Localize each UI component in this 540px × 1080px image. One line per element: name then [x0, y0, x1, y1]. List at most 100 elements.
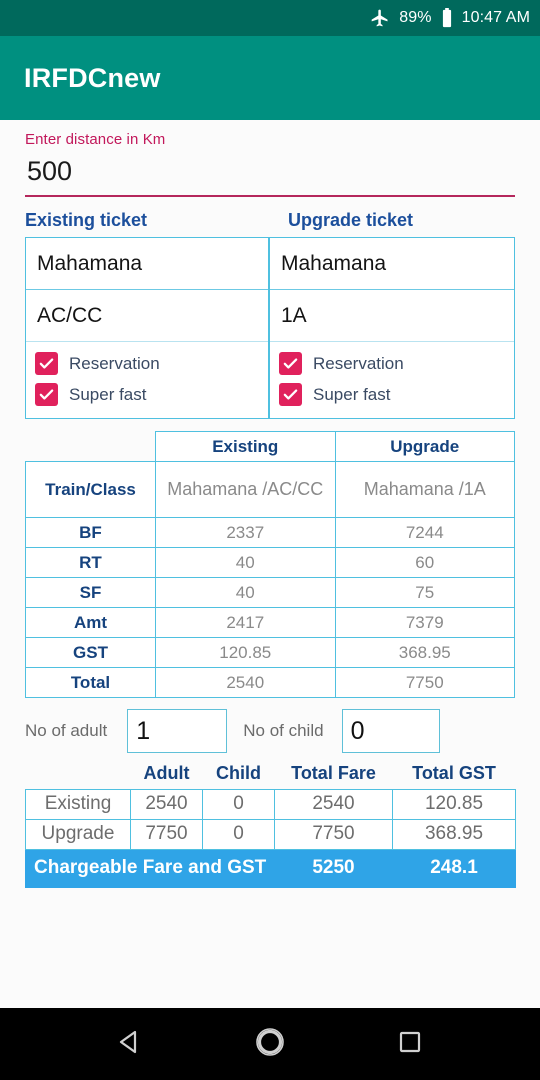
chargeable-fare-value: 5250 — [274, 848, 393, 888]
fare-row-existing-value: 2417 — [155, 607, 336, 638]
checkmark-icon — [279, 383, 302, 406]
home-icon — [253, 1025, 287, 1064]
upgrade-reservation-checkbox[interactable]: Reservation — [279, 348, 514, 379]
summary-row-adult: 2540 — [130, 788, 203, 820]
existing-train-spinner[interactable]: Mahamana — [26, 238, 268, 290]
table-row: Existing 2540 0 2540 120.85 — [25, 788, 516, 820]
recents-button[interactable] — [370, 1008, 450, 1080]
fare-row-upgrade-value: 7379 — [334, 607, 515, 638]
existing-reservation-label: Reservation — [69, 353, 160, 373]
existing-class-spinner[interactable]: AC/CC — [26, 290, 268, 342]
fare-col-upgrade-header: Upgrade — [334, 431, 515, 462]
table-row: SF 40 75 — [25, 577, 515, 608]
upgrade-superfast-checkbox[interactable]: Super fast — [279, 379, 514, 410]
home-button[interactable] — [230, 1008, 310, 1080]
summary-row-total-fare: 2540 — [274, 788, 393, 820]
fare-row-upgrade-value: 60 — [334, 547, 515, 578]
upgrade-ticket-panel: Mahamana 1A Reservation Super fast — [270, 238, 514, 418]
fare-row-label: RT — [25, 547, 156, 578]
table-row: RT 40 60 — [25, 547, 515, 578]
chargeable-gst-value: 248.1 — [392, 848, 516, 888]
fare-row-existing-value: 40 — [155, 547, 336, 578]
adult-count-label: No of adult — [25, 721, 108, 740]
summary-header-total-gst: Total GST — [412, 763, 496, 784]
fare-row-label: SF — [25, 577, 156, 608]
battery-icon — [441, 8, 453, 28]
existing-ticket-heading: Existing ticket — [25, 210, 148, 230]
table-row: Amt 2417 7379 — [25, 607, 515, 638]
passenger-count-row: No of adult No of child — [25, 709, 515, 753]
checkmark-icon — [279, 352, 302, 375]
table-row: Total 2540 7750 — [25, 667, 515, 698]
summary-header-row: Adult Child Total Fare Total GST — [26, 759, 516, 789]
table-row: GST 120.85 368.95 — [25, 637, 515, 668]
upgrade-train-spinner[interactable]: Mahamana — [270, 238, 514, 290]
child-count-label: No of child — [243, 721, 324, 740]
child-count-input[interactable] — [341, 709, 440, 753]
summary-header-adult: Adult — [143, 763, 190, 784]
fare-row-upgrade-value: Mahamana /1A — [334, 461, 515, 518]
recents-icon — [397, 1029, 423, 1060]
phone-screen: 89% 10:47 AM IRFDCnew Enter distance in … — [0, 0, 540, 1080]
android-navigation-bar — [0, 1008, 540, 1080]
ticket-headings: Existing ticket Upgrade ticket — [25, 210, 515, 231]
table-row: Train/Class Mahamana /AC/CC Mahamana /1A — [25, 461, 515, 518]
fare-col-existing-header: Existing — [155, 431, 336, 462]
summary-header-child: Child — [216, 763, 261, 784]
fare-row-existing-value: 120.85 — [155, 637, 336, 668]
fare-row-label: BF — [25, 517, 156, 548]
distance-label: Enter distance in Km — [25, 131, 166, 148]
upgrade-ticket-heading: Upgrade ticket — [288, 210, 414, 230]
fare-row-existing-value: 2337 — [155, 517, 336, 548]
upgrade-superfast-label: Super fast — [313, 384, 391, 404]
fare-table-corner-cell — [26, 432, 156, 462]
summary-row-total-fare: 7750 — [274, 818, 393, 850]
status-bar: 89% 10:47 AM — [0, 0, 540, 36]
summary-row-name: Upgrade — [25, 818, 131, 850]
summary-row-child: 0 — [202, 788, 275, 820]
fare-row-upgrade-value: 7750 — [334, 667, 515, 698]
adult-count-input[interactable] — [127, 709, 228, 753]
app-title: IRFDCnew — [24, 62, 161, 93]
summary-header-total-fare: Total Fare — [291, 763, 376, 784]
fare-row-label: Amt — [25, 607, 156, 638]
fare-row-upgrade-value: 7244 — [334, 517, 515, 548]
upgrade-options: Reservation Super fast — [270, 342, 514, 418]
summary-row-child: 0 — [202, 818, 275, 850]
summary-table: Adult Child Total Fare Total GST Existin… — [25, 759, 516, 888]
table-row: Upgrade 7750 0 7750 368.95 — [25, 818, 516, 850]
fare-breakdown-table: Existing Upgrade Train/Class Mahamana /A… — [25, 431, 515, 698]
summary-row-adult: 7750 — [130, 818, 203, 850]
fare-row-existing-value: Mahamana /AC/CC — [155, 461, 336, 518]
chargeable-label: Chargeable Fare and GST — [25, 848, 275, 888]
chargeable-total-row: Chargeable Fare and GST 5250 248.1 — [25, 848, 516, 888]
checkmark-icon — [35, 352, 58, 375]
ticket-panels: Mahamana AC/CC Reservation Super fast Ma… — [25, 237, 515, 419]
fare-row-label: GST — [25, 637, 156, 668]
existing-options: Reservation Super fast — [26, 342, 268, 418]
upgrade-class-spinner[interactable]: 1A — [270, 290, 514, 342]
summary-row-name: Existing — [25, 788, 131, 820]
fare-row-label: Train/Class — [25, 461, 156, 518]
existing-superfast-label: Super fast — [69, 384, 147, 404]
fare-row-existing-value: 2540 — [155, 667, 336, 698]
fare-row-upgrade-value: 75 — [334, 577, 515, 608]
summary-corner-cell — [26, 759, 131, 789]
back-button[interactable] — [90, 1008, 170, 1080]
existing-reservation-checkbox[interactable]: Reservation — [35, 348, 268, 379]
fare-row-label: Total — [25, 667, 156, 698]
airplane-mode-icon — [370, 8, 390, 28]
existing-superfast-checkbox[interactable]: Super fast — [35, 379, 268, 410]
fare-row-upgrade-value: 368.95 — [334, 637, 515, 668]
upgrade-reservation-label: Reservation — [313, 353, 404, 373]
fare-table-header-row: Existing Upgrade — [26, 431, 515, 462]
existing-ticket-panel: Mahamana AC/CC Reservation Super fast — [26, 238, 270, 418]
app-bar: IRFDCnew — [0, 36, 540, 120]
clock: 10:47 AM — [461, 9, 530, 26]
status-bar-right: 89% 10:47 AM — [370, 8, 530, 28]
summary-row-total-gst: 120.85 — [392, 788, 516, 820]
fare-row-existing-value: 40 — [155, 577, 336, 608]
table-row: BF 2337 7244 — [25, 517, 515, 548]
distance-input[interactable] — [25, 150, 515, 197]
back-icon — [115, 1027, 145, 1062]
